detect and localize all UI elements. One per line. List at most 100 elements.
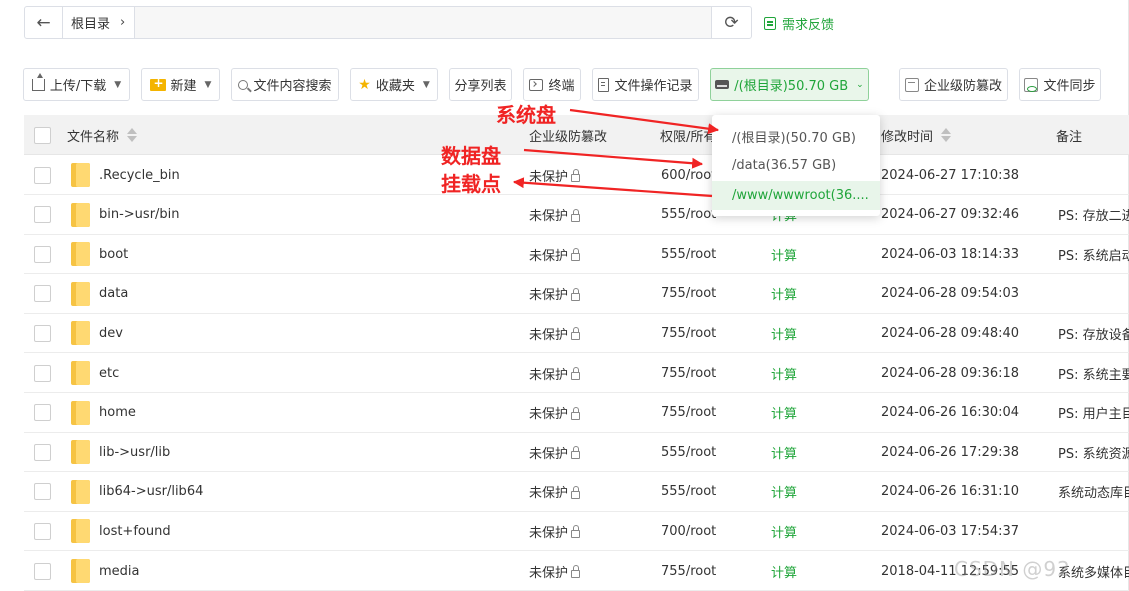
table-row[interactable]: lost+found 未保护 700/root 计算 2024-06-03 17:54:… [24, 511, 1129, 552]
permission[interactable]: 755/root [661, 551, 717, 591]
note[interactable]: PS: 系统资源 [1058, 432, 1129, 472]
size-calc-link[interactable]: 计算 [771, 234, 797, 274]
row-checkbox[interactable] [34, 511, 51, 551]
disk-selector[interactable]: /(根目录)50.70 GB ⌄ [710, 68, 869, 101]
note[interactable]: PS: 存放设备 [1058, 313, 1129, 353]
refresh-icon[interactable]: ⟳ [711, 7, 751, 38]
note[interactable]: 系统动态库目 [1058, 472, 1129, 512]
column-name[interactable]: 文件名称 [67, 115, 138, 155]
row-checkbox[interactable] [34, 313, 51, 353]
file-name[interactable]: media [99, 551, 140, 591]
permission[interactable]: 600/root [661, 155, 717, 195]
upload-download-button[interactable]: 上传/下载 ▼ [23, 68, 130, 101]
row-checkbox[interactable] [34, 551, 51, 591]
note[interactable] [1058, 511, 1129, 551]
size-calc-link[interactable]: 计算 [771, 511, 797, 551]
column-mtime[interactable]: 修改时间 [881, 115, 952, 155]
breadcrumb[interactable]: 根目录 › [63, 7, 135, 38]
protect-status[interactable]: 未保护 [529, 195, 581, 235]
file-name[interactable]: boot [99, 234, 128, 274]
protect-status[interactable]: 未保护 [529, 472, 581, 512]
annotation-data-disk: 数据盘 [441, 144, 501, 168]
note[interactable] [1058, 155, 1129, 195]
file-name[interactable]: lib->usr/lib [99, 432, 170, 472]
new-folder-icon [149, 76, 166, 91]
protect-status[interactable]: 未保护 [529, 353, 581, 393]
size-calc-link[interactable]: 计算 [771, 551, 797, 591]
disk-option-data[interactable]: /data(36.57 GB) [712, 151, 880, 180]
permission[interactable]: 755/root [661, 353, 717, 393]
table-row[interactable]: etc 未保护 755/root 计算 2024-06-28 09:36:18 PS: 系… [24, 353, 1129, 393]
feedback-link[interactable]: 需求反馈 [764, 14, 834, 33]
file-name[interactable]: .Recycle_bin [99, 155, 180, 195]
note[interactable]: PS: 用户主目 [1058, 393, 1129, 433]
file-name[interactable]: lib64->usr/lib64 [99, 472, 203, 512]
size-calc-link[interactable]: 计算 [771, 353, 797, 393]
size-calc-link[interactable]: 计算 [771, 274, 797, 314]
row-checkbox[interactable] [34, 432, 51, 472]
row-checkbox[interactable] [34, 155, 51, 195]
note[interactable]: PS: 存放二进 [1058, 195, 1129, 235]
table-row[interactable]: lib->usr/lib 未保护 555/root 计算 2024-06-26 17:2… [24, 432, 1129, 473]
lock-icon [571, 485, 581, 499]
terminal-icon [529, 78, 544, 91]
row-checkbox[interactable] [34, 274, 51, 314]
note[interactable]: PS: 系统启动 [1058, 234, 1129, 274]
file-sync-button[interactable]: 文件同步 [1019, 68, 1101, 101]
protect-status[interactable]: 未保护 [529, 511, 581, 551]
table-row[interactable]: lib64->usr/lib64 未保护 555/root 计算 2024-06-26 … [24, 472, 1129, 512]
protect-status[interactable]: 未保护 [529, 393, 581, 433]
content-search-button[interactable]: 文件内容搜索 [231, 68, 339, 101]
permission[interactable]: 755/root [661, 274, 717, 314]
path-input[interactable] [135, 7, 711, 38]
table-row[interactable]: bin->usr/bin 未保护 555/root 计算 2024-06-27 09:3… [24, 195, 1129, 235]
permission[interactable]: 555/root [661, 195, 717, 235]
size-calc-link[interactable]: 计算 [771, 313, 797, 353]
table-row[interactable]: dev 未保护 755/root 计算 2024-06-28 09:48:40 PS: 存… [24, 313, 1129, 354]
note[interactable]: PS: 系统主要 [1058, 353, 1129, 393]
row-checkbox[interactable] [34, 353, 51, 393]
permission[interactable]: 700/root [661, 511, 717, 551]
permission[interactable]: 555/root [661, 234, 717, 274]
row-checkbox[interactable] [34, 234, 51, 274]
share-list-button[interactable]: 分享列表 [449, 68, 512, 101]
favorites-button[interactable]: ★ 收藏夹 ▼ [350, 68, 438, 101]
operation-log-button[interactable]: 文件操作记录 [592, 68, 699, 101]
file-name[interactable]: etc [99, 353, 119, 393]
new-button[interactable]: 新建 ▼ [141, 68, 220, 101]
file-name[interactable]: dev [99, 313, 123, 353]
protect-status[interactable]: 未保护 [529, 313, 581, 353]
file-name[interactable]: bin->usr/bin [99, 195, 180, 235]
terminal-button[interactable]: 终端 [523, 68, 581, 101]
folder-icon [71, 313, 90, 353]
protect-status[interactable]: 未保护 [529, 432, 581, 472]
protect-status[interactable]: 未保护 [529, 274, 581, 314]
anti-tamper-button[interactable]: 企业级防篡改 [899, 68, 1008, 101]
table-row[interactable]: data 未保护 755/root 计算 2024-06-28 09:54:03 [24, 274, 1129, 314]
protect-status[interactable]: 未保护 [529, 551, 581, 591]
row-checkbox[interactable] [34, 195, 51, 235]
permission[interactable]: 755/root [661, 313, 717, 353]
select-all-checkbox[interactable] [34, 115, 51, 155]
size-calc-link[interactable]: 计算 [771, 432, 797, 472]
permission[interactable]: 555/root [661, 432, 717, 472]
table-row[interactable]: .Recycle_bin 未保护 600/root 2024-06-27 17:10:… [24, 155, 1129, 195]
note[interactable] [1058, 274, 1129, 314]
back-arrow-icon[interactable]: ← [25, 7, 63, 38]
table-row[interactable]: boot 未保护 555/root 计算 2024-06-03 18:14:33 PS: … [24, 234, 1129, 275]
disk-option-root[interactable]: /(根目录)(50.70 GB) [712, 122, 880, 151]
breadcrumb-root[interactable]: 根目录 [71, 13, 110, 32]
disk-option-wwwroot[interactable]: /www/wwwroot(36.... [712, 181, 880, 210]
permission[interactable]: 555/root [661, 472, 717, 512]
row-checkbox[interactable] [34, 472, 51, 512]
table-row[interactable]: home 未保护 755/root 计算 2024-06-26 16:30:04 PS: … [24, 393, 1129, 433]
protect-status[interactable]: 未保护 [529, 155, 581, 195]
size-calc-link[interactable]: 计算 [771, 393, 797, 433]
size-calc-link[interactable]: 计算 [771, 472, 797, 512]
file-name[interactable]: data [99, 274, 128, 314]
file-name[interactable]: lost+found [99, 511, 171, 551]
protect-status[interactable]: 未保护 [529, 234, 581, 274]
row-checkbox[interactable] [34, 393, 51, 433]
permission[interactable]: 755/root [661, 393, 717, 433]
file-name[interactable]: home [99, 393, 136, 433]
